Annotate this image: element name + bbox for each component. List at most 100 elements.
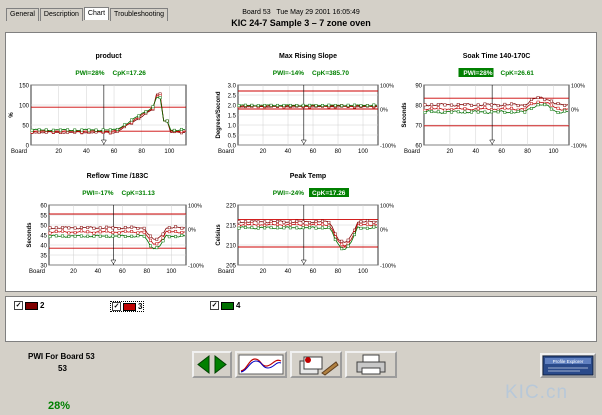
legend-checkbox-4[interactable]: ✓ [210, 301, 219, 310]
x-tick-label: 40 [472, 149, 479, 155]
right-tick-label: 0% [380, 228, 388, 234]
series-4-point [483, 110, 487, 114]
right-tick-label: -100% [188, 264, 204, 270]
series-3-point [456, 106, 460, 110]
profile-explorer-logo[interactable]: Profile Explorer [540, 353, 596, 378]
x-tick-label: 80 [524, 149, 531, 155]
series-4-point [250, 226, 254, 230]
legend-swatch-2 [25, 301, 38, 310]
prev-board-icon[interactable] [197, 354, 210, 375]
profile-explorer-icon: Profile Explorer [542, 355, 594, 376]
x-axis-label: Board [218, 269, 234, 275]
series-4-point [301, 103, 305, 107]
series-4-point [503, 110, 507, 114]
series-4-point [450, 110, 454, 114]
chart-pwi: PWI=-17% [82, 190, 113, 197]
series-4-point [149, 244, 152, 248]
series-4-point [237, 104, 241, 108]
series-2-point [423, 103, 427, 107]
series-3-point [130, 229, 134, 233]
series-4-point [365, 226, 369, 230]
series-2-point [61, 226, 65, 230]
chart-cpk: CpK=31.13 [122, 190, 156, 197]
legend-swatch-4 [221, 301, 234, 310]
x-tick-label: 100 [164, 149, 175, 155]
y-axis-label: Degrees/Second [216, 91, 222, 138]
series-4-point [94, 128, 98, 132]
tools-button[interactable] [290, 351, 342, 378]
series-2-point [136, 226, 140, 230]
series-3-point [48, 231, 52, 235]
y-tick-label: 50 [22, 124, 29, 130]
board-date: Tue May 29 2001 16:05:49 [276, 9, 360, 16]
series-2-point [340, 239, 344, 243]
series-2-point [320, 219, 324, 223]
y-tick-label: 220 [226, 204, 237, 210]
legend-item-4[interactable]: ✓ 4 [210, 301, 240, 310]
legend-checkbox-2[interactable]: ✓ [14, 301, 23, 310]
series-3-point [529, 102, 533, 106]
series-4-point [101, 128, 105, 132]
series-2-point [161, 232, 165, 236]
series-3-point [483, 106, 487, 110]
board-header: Board 53 Tue May 29 2001 16:05:49 [0, 9, 602, 16]
x-tick-label: 20 [447, 149, 454, 155]
legend-item-2[interactable]: ✓ 2 [14, 301, 44, 310]
series-3-point [463, 107, 467, 111]
series-3-point [86, 230, 90, 234]
legend-label-4: 4 [236, 301, 241, 310]
series-3-point [243, 222, 247, 226]
series-2-point [543, 97, 547, 101]
next-board-icon[interactable] [214, 354, 227, 375]
series-4-point [314, 226, 318, 230]
series-3-point [503, 106, 507, 110]
legend-swatch-3 [123, 302, 136, 311]
pwi-board-number: 53 [58, 364, 67, 373]
series-2-point [314, 219, 318, 223]
series-4-point [556, 111, 560, 115]
legend-checkbox-3[interactable]: ✓ [112, 302, 121, 311]
series-4-point [263, 226, 267, 230]
series-2-point [308, 221, 312, 224]
series-4-point [529, 106, 533, 110]
chart-cpk: CpK=385.70 [312, 70, 349, 77]
series-3-point [263, 223, 267, 227]
series-4-point [320, 226, 324, 230]
x-tick-label: 40 [95, 269, 102, 275]
x-tick-label: 40 [285, 149, 292, 155]
series-4-point [250, 103, 254, 107]
series-2-point [529, 97, 533, 101]
series-2-point [450, 103, 454, 107]
series-4-point [359, 104, 363, 108]
series-3-point [67, 231, 71, 235]
series-2-point [463, 103, 467, 106]
series-4-point [165, 119, 169, 123]
series-2-point [92, 226, 96, 230]
series-4-point [430, 110, 434, 114]
x-tick-label: 100 [358, 149, 369, 155]
series-4-point [359, 226, 363, 230]
chart-pwi: PWI=28% [75, 70, 104, 77]
series-4-point [123, 235, 127, 238]
series-4-point [320, 103, 324, 107]
series-4-point [180, 233, 184, 237]
series-4-point [130, 118, 134, 122]
series-4-point [44, 128, 48, 132]
legend-item-3[interactable]: ✓ 3 [110, 301, 145, 312]
x-tick-label: 60 [119, 269, 126, 275]
series-2-point [130, 225, 134, 229]
series-3-point [117, 231, 121, 235]
series-4-point [496, 110, 500, 114]
x-tick-label: 20 [260, 149, 267, 155]
series-2-point [327, 220, 331, 224]
series-4-point [115, 127, 119, 131]
chart-cpk: CpK=17.26 [312, 190, 346, 197]
y-tick-label: 40 [40, 244, 47, 250]
print-button[interactable] [345, 351, 397, 378]
chart-pwi: PWI=28% [463, 70, 492, 77]
profile-chart-button[interactable] [235, 351, 287, 378]
series-2-point [282, 220, 286, 224]
series-2-point [372, 220, 376, 224]
chart-2: Soak Time 140-170C PWI=28% CpK=26.61 90 80 70… [402, 53, 587, 155]
series-2-point [237, 220, 241, 224]
